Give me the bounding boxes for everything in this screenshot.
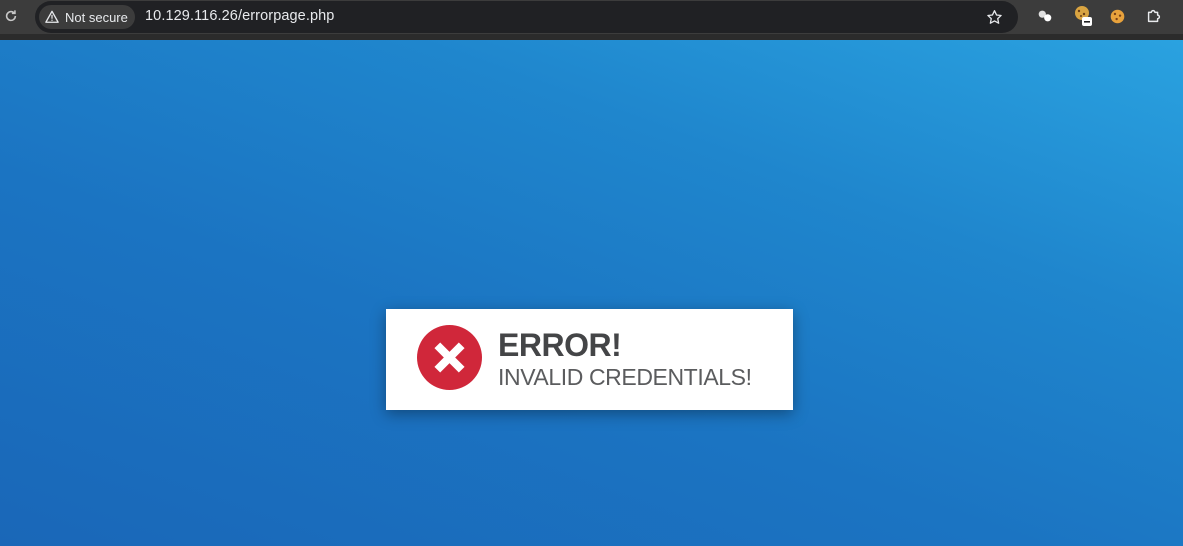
extension-button[interactable]: [1073, 6, 1093, 26]
security-label: Not secure: [65, 9, 128, 25]
error-message: INVALID CREDENTIALS!: [498, 364, 752, 390]
error-alert-box: ERROR! INVALID CREDENTIALS!: [386, 309, 793, 410]
browser-toolbar: Not secure 10.129.116.26/errorpage.php: [0, 0, 1183, 40]
reload-icon: [5, 10, 17, 22]
warning-triangle-icon: [45, 10, 59, 24]
security-indicator[interactable]: Not secure: [39, 5, 135, 29]
error-title: ERROR!: [498, 327, 622, 363]
extensions-menu-button[interactable]: [1144, 6, 1164, 26]
extension-button[interactable]: [1107, 6, 1127, 26]
error-x-circle-icon: [417, 325, 482, 390]
extension-circles-icon: [1038, 10, 1052, 22]
puzzle-icon: [1147, 9, 1161, 23]
star-icon: [986, 9, 1002, 24]
bookmark-button[interactable]: [984, 7, 1004, 27]
reload-button[interactable]: [2, 6, 20, 26]
url-text[interactable]: 10.129.116.26/errorpage.php: [145, 8, 334, 24]
page-viewport: ERROR! INVALID CREDENTIALS!: [0, 40, 1183, 546]
extension-button[interactable]: [1035, 6, 1055, 26]
address-bar[interactable]: Not secure 10.129.116.26/errorpage.php: [35, 1, 1018, 33]
cookie-blocked-icon: [1075, 6, 1092, 26]
cookie-icon: [1110, 9, 1124, 23]
